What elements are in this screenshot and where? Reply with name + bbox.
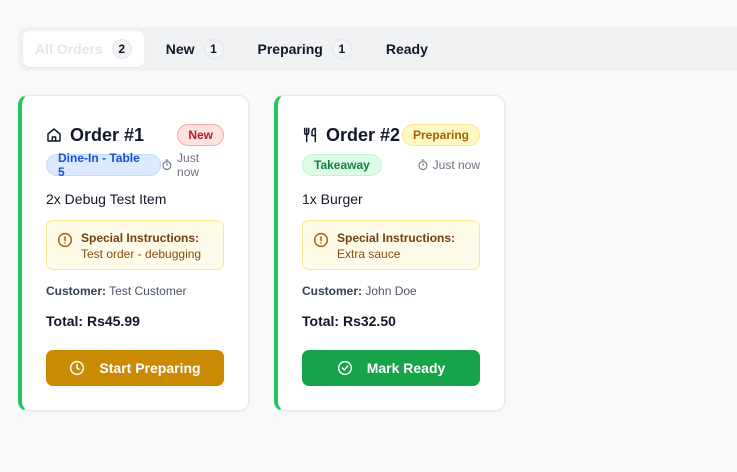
order-item: 1x Burger — [302, 191, 363, 207]
tab-label: All Orders — [35, 41, 103, 57]
time-label: Just now — [432, 158, 480, 172]
customer-label: Customer: — [302, 284, 363, 298]
status-badge: Preparing — [401, 124, 480, 146]
mark-ready-button[interactable]: Mark Ready — [302, 350, 480, 386]
customer-label: Customer: — [46, 284, 107, 298]
tab-new[interactable]: New 1 — [154, 31, 236, 67]
alert-circle-icon — [57, 232, 73, 248]
timer-icon — [418, 159, 428, 171]
tab-count-badge: 2 — [111, 39, 132, 59]
order-item: 2x Debug Test Item — [46, 191, 167, 207]
order-title: Order #2 — [326, 124, 401, 145]
tab-ready[interactable]: Ready — [374, 31, 440, 67]
order-card: Order #2 Preparing Takeaway Just now 1x … — [274, 95, 505, 411]
instructions-text: Test order - debugging — [81, 247, 202, 261]
order-type-badge: Dine-In - Table 5 — [46, 151, 162, 179]
customer-info: Customer: Test Customer — [46, 284, 187, 298]
status-badge: New — [177, 124, 224, 146]
order-time: Just now — [417, 158, 480, 172]
customer-name: John Doe — [365, 284, 417, 298]
start-preparing-button[interactable]: Start Preparing — [46, 350, 224, 386]
order-title: Order #1 — [70, 124, 145, 145]
utensils-icon — [303, 127, 317, 143]
customer-info: Customer: John Doe — [302, 284, 417, 298]
tab-label: Preparing — [257, 41, 323, 57]
customer-name: Test Customer — [109, 284, 187, 298]
tab-label: Ready — [385, 41, 428, 57]
time-label: Just now — [177, 151, 200, 179]
special-instructions: Special Instructions: Extra sauce — [302, 220, 480, 270]
tab-all-orders[interactable]: All Orders 2 — [23, 31, 144, 67]
clock-icon — [70, 360, 85, 376]
order-filter-tabs: All Orders 2 New 1 Preparing 1 Ready — [18, 27, 737, 71]
check-circle-icon — [337, 360, 352, 376]
instructions-label: Special Instructions: — [81, 231, 200, 245]
tab-count-badge: 1 — [203, 39, 224, 59]
order-total: Total: Rs45.99 — [46, 313, 140, 329]
special-instructions: Special Instructions: Test order - debug… — [46, 220, 224, 270]
order-time: Just now — [161, 151, 224, 179]
button-label: Start Preparing — [99, 360, 201, 376]
button-label: Mark Ready — [366, 360, 446, 376]
home-icon — [47, 128, 61, 142]
order-total: Total: Rs32.50 — [302, 313, 396, 329]
order-type-badge: Takeaway — [302, 154, 382, 176]
alert-circle-icon — [313, 232, 329, 248]
tab-label: New — [165, 41, 195, 57]
instructions-text: Extra sauce — [337, 247, 401, 261]
instructions-label: Special Instructions: — [337, 231, 456, 245]
tab-preparing[interactable]: Preparing 1 — [246, 31, 364, 67]
tab-count-badge: 1 — [331, 39, 352, 59]
order-card: Order #1 New Dine-In - Table 5 Just now … — [18, 95, 249, 411]
timer-icon — [162, 159, 172, 171]
